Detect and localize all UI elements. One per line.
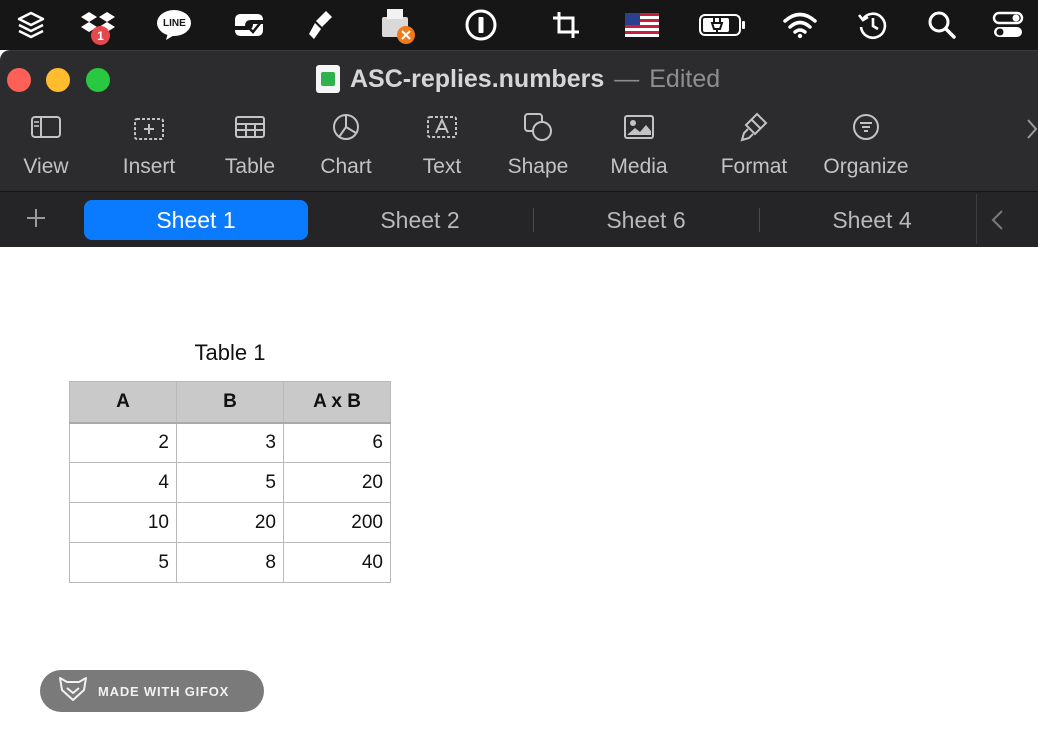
shape-button[interactable]: Shape: [503, 109, 573, 185]
table-button[interactable]: Table: [219, 109, 281, 185]
tab-sheet-4[interactable]: Sheet 4: [760, 200, 984, 240]
table-row: 10 20 200: [69, 502, 391, 543]
media-label: Media: [610, 155, 668, 178]
spotlight-icon[interactable]: [922, 5, 962, 45]
header-cell[interactable]: A: [69, 381, 177, 424]
sheet-tab-bar: Sheet 1 Sheet 2 Sheet 6 Sheet 4: [0, 191, 1038, 247]
menu-bar: 1 LINE: [0, 0, 1038, 50]
gifox-watermark: MADE WITH GIFOX: [40, 670, 264, 712]
pie-chart-icon: [331, 109, 361, 145]
text-label: Text: [422, 155, 462, 178]
view-label: View: [23, 155, 69, 178]
line-label: LINE: [163, 18, 186, 29]
window-toolbar-area: ASC-replies.numbers — Edited View Insert…: [0, 50, 1038, 247]
toolbar-overflow-chevron-icon[interactable]: [1026, 117, 1038, 146]
numbers-document-icon: [316, 65, 340, 93]
insert-label: Insert: [122, 155, 176, 178]
table-cell[interactable]: 3: [176, 422, 284, 463]
text-box-icon: [425, 109, 459, 145]
tab-scroll-left-chevron-icon[interactable]: [990, 208, 1004, 237]
document-name[interactable]: ASC-replies.numbers: [350, 65, 604, 94]
photo-icon: [623, 109, 655, 145]
table-icon: [234, 109, 266, 145]
tab-sheet-2[interactable]: Sheet 2: [308, 200, 532, 240]
cleaner-icon[interactable]: [303, 5, 343, 45]
table-row: 5 8 40: [69, 542, 391, 583]
zoom-window-button[interactable]: [86, 68, 110, 92]
minimize-window-button[interactable]: [46, 68, 70, 92]
table-cell[interactable]: 4: [69, 462, 177, 503]
table-cell[interactable]: 5: [176, 462, 284, 503]
document-status: Edited: [649, 64, 721, 93]
table-cell[interactable]: 20: [283, 462, 391, 503]
table-row: 2 3 6: [69, 422, 391, 463]
sidebar-icon: [30, 109, 62, 145]
shape-icon: [522, 109, 554, 145]
format-label: Format: [720, 155, 788, 178]
watermark-text: MADE WITH GIFOX: [98, 683, 230, 699]
close-window-button[interactable]: [7, 68, 31, 92]
insert-button[interactable]: Insert: [116, 109, 182, 185]
line-icon[interactable]: LINE: [154, 5, 194, 45]
table-cell[interactable]: 5: [69, 542, 177, 583]
shape-label: Shape: [507, 155, 569, 178]
notification-badge: 1: [91, 26, 110, 45]
media-button[interactable]: Media: [605, 109, 673, 185]
paintbrush-icon: [739, 109, 769, 145]
table-title[interactable]: Table 1: [70, 340, 390, 366]
table-cell[interactable]: 2: [69, 422, 177, 463]
table-cell[interactable]: 8: [176, 542, 284, 583]
crop-icon[interactable]: [546, 5, 586, 45]
tab-scroll-divider: [976, 194, 977, 244]
table-label: Table: [224, 155, 276, 178]
paste-icon[interactable]: [229, 5, 269, 45]
table-row: 4 5 20: [69, 462, 391, 503]
table-cell[interactable]: 6: [283, 422, 391, 463]
onepassword-icon[interactable]: [461, 5, 501, 45]
text-button[interactable]: Text: [413, 109, 471, 185]
dropbox-icon[interactable]: 1: [78, 5, 118, 45]
organize-button[interactable]: Organize: [817, 109, 915, 185]
us-flag-icon[interactable]: [622, 5, 662, 45]
printer-icon[interactable]: [378, 5, 418, 45]
table-cell[interactable]: 200: [283, 502, 391, 543]
header-cell[interactable]: B: [176, 381, 284, 424]
tab-sheet-6[interactable]: Sheet 6: [534, 200, 758, 240]
window-title: ASC-replies.numbers — Edited: [316, 61, 720, 97]
header-row: A B A x B: [69, 381, 391, 424]
title-separator: —: [614, 64, 640, 93]
header-cell[interactable]: A x B: [283, 381, 391, 424]
table-cell[interactable]: 20: [176, 502, 284, 543]
data-table[interactable]: A B A x B 2 3 6 4 5 20 10 20 200 5 8 40: [69, 381, 391, 583]
organize-label: Organize: [823, 155, 909, 178]
organize-icon: [851, 109, 881, 145]
time-machine-icon[interactable]: [853, 5, 893, 45]
tab-sheet-1[interactable]: Sheet 1: [84, 200, 308, 240]
chart-label: Chart: [320, 155, 372, 178]
format-button[interactable]: Format: [714, 109, 794, 185]
view-button[interactable]: View: [20, 109, 72, 185]
shortcuts-icon[interactable]: [11, 5, 51, 45]
wifi-icon[interactable]: [780, 5, 820, 45]
gifox-fox-icon: [58, 676, 88, 707]
table-cell[interactable]: 40: [283, 542, 391, 583]
insert-icon: [132, 109, 166, 145]
control-center-icon[interactable]: [988, 5, 1028, 45]
chart-button[interactable]: Chart: [315, 109, 377, 185]
battery-icon[interactable]: [697, 5, 749, 45]
add-sheet-button[interactable]: [24, 206, 48, 235]
table-cell[interactable]: 10: [69, 502, 177, 543]
